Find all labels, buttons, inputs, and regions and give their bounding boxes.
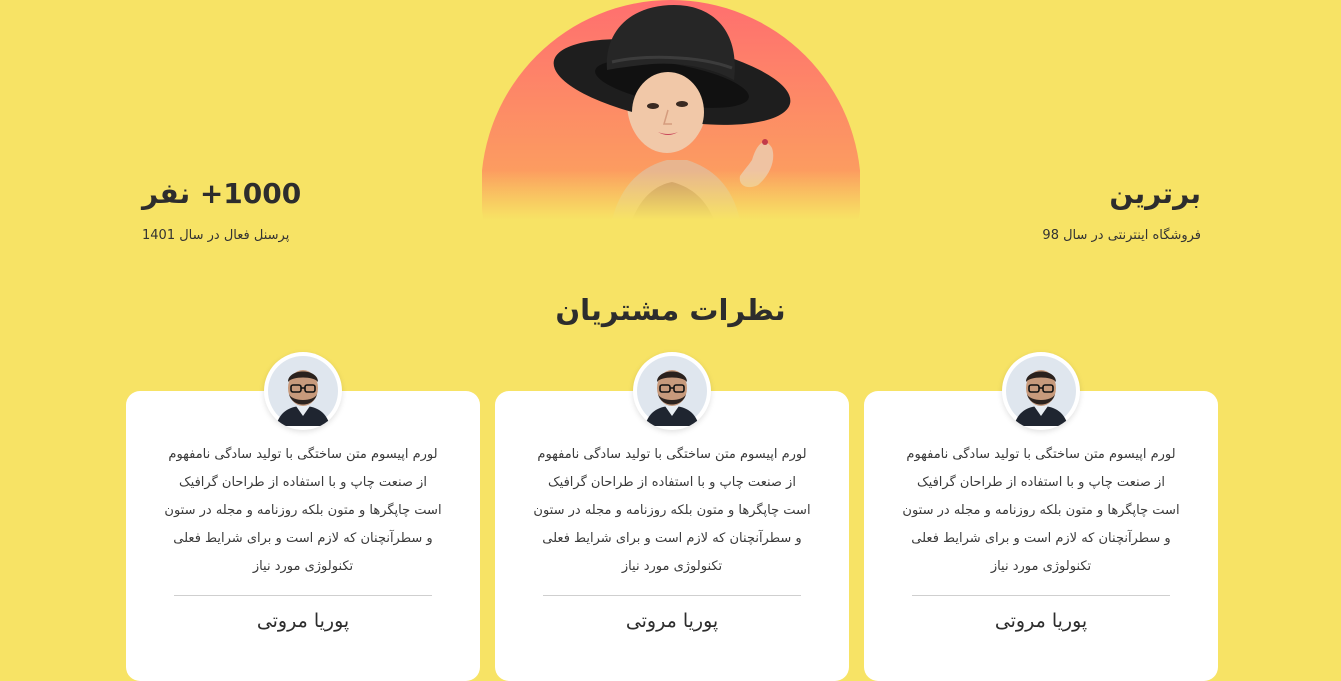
- testimonial-text: لورم اپیسوم متن ساختگی با تولید سادگی نا…: [164, 447, 442, 574]
- testimonial-text: لورم اپیسوم متن ساختگی با تولید سادگی نا…: [533, 447, 811, 574]
- man-with-glasses-avatar-icon: [268, 356, 338, 426]
- stat-staff-subtitle: پرسنل فعال در سال 1401: [142, 228, 290, 243]
- testimonial-author: پوریا مروتی: [256, 610, 350, 632]
- card-divider: [912, 595, 1170, 596]
- stat-active-staff: 1000+ نفر پرسنل فعال در سال 1401: [142, 172, 442, 243]
- hero-image: [482, 0, 860, 220]
- card-divider: [174, 595, 432, 596]
- testimonial-card: لورم اپیسوم متن ساختگی با تولید سادگی نا…: [495, 352, 849, 681]
- man-with-glasses-avatar-icon: [637, 356, 707, 426]
- testimonial-card: لورم اپیسوم متن ساختگی با تولید سادگی نا…: [864, 352, 1218, 681]
- testimonial-author: پوریا مروتی: [994, 610, 1088, 632]
- testimonials-title: نظرات مشتریان: [555, 293, 786, 327]
- testimonials-list: لورم اپیسوم متن ساختگی با تولید سادگی نا…: [126, 352, 1218, 681]
- stat-best-store: برترین فروشگاه اینترنتی در سال 98: [901, 172, 1201, 243]
- stat-best-subtitle: فروشگاه اینترنتی در سال 98: [1042, 228, 1201, 243]
- avatar: [1002, 352, 1080, 430]
- hero-woman-illustration: [482, 0, 860, 220]
- testimonial-card: لورم اپیسوم متن ساختگی با تولید سادگی نا…: [126, 352, 480, 681]
- avatar: [633, 352, 711, 430]
- testimonial-text: لورم اپیسوم متن ساختگی با تولید سادگی نا…: [902, 447, 1180, 574]
- stat-staff-title: 1000+ نفر: [142, 177, 302, 210]
- card-divider: [543, 595, 801, 596]
- testimonial-author: پوریا مروتی: [625, 610, 719, 632]
- avatar: [264, 352, 342, 430]
- stat-best-title: برترین: [1109, 177, 1201, 210]
- man-with-glasses-avatar-icon: [1006, 356, 1076, 426]
